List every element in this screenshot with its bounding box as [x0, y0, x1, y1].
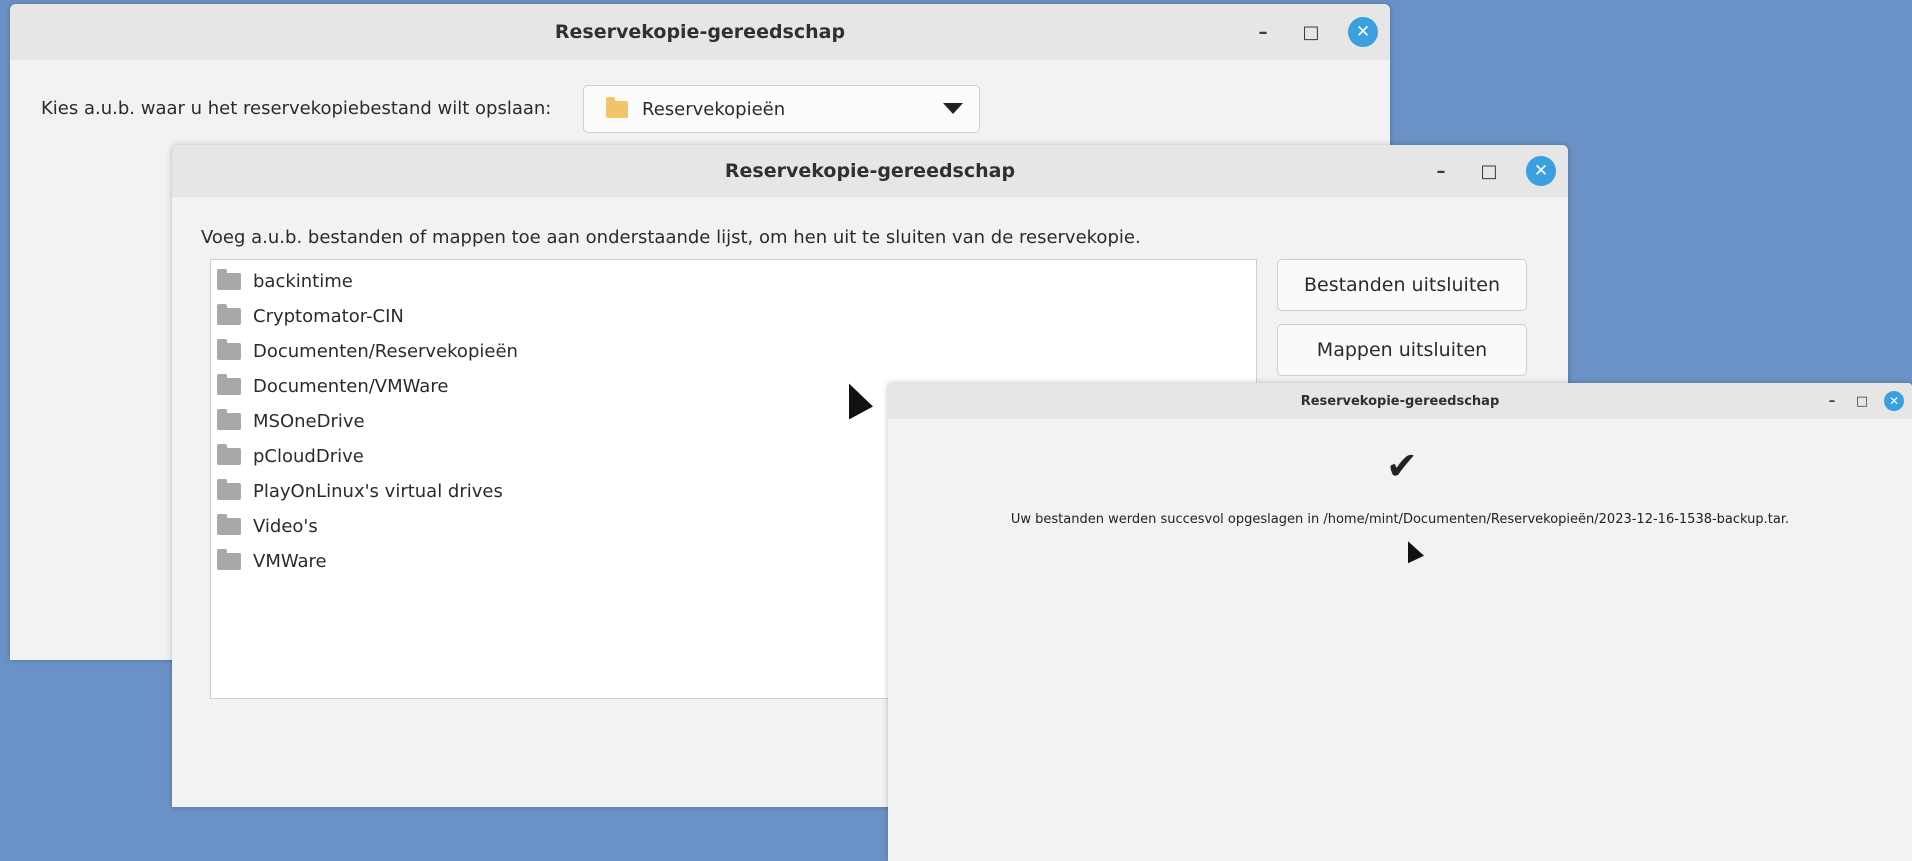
close-button[interactable]: ✕ [1884, 391, 1904, 411]
window-controls: – □ ✕ [1824, 383, 1904, 419]
mouse-pointer-icon [1408, 541, 1424, 567]
folder-icon [217, 409, 241, 430]
maximize-button[interactable]: □ [1300, 21, 1322, 43]
folder-icon [606, 96, 628, 118]
list-item-label: Video's [253, 516, 318, 537]
minimize-button[interactable]: – [1252, 21, 1274, 43]
folder-icon [217, 444, 241, 465]
list-item-label: VMWare [253, 551, 327, 572]
exclusions-instruction: Voeg a.u.b. bestanden of mappen toe aan … [201, 227, 1141, 248]
maximize-button[interactable]: □ [1854, 393, 1870, 409]
list-item-label: PlayOnLinux's virtual drives [253, 481, 503, 502]
folder-icon [217, 514, 241, 535]
list-item[interactable]: Cryptomator-CIN [211, 299, 1256, 334]
list-item-label: Cryptomator-CIN [253, 306, 404, 327]
list-item[interactable]: backintime [211, 264, 1256, 299]
close-button[interactable]: ✕ [1348, 17, 1378, 47]
minimize-button[interactable]: – [1824, 393, 1840, 409]
exclude-files-button[interactable]: Bestanden uitsluiten [1277, 259, 1527, 311]
maximize-button[interactable]: □ [1478, 160, 1500, 182]
backup-complete-window: Reservekopie-gereedschap – □ ✕ ✔ Uw best… [888, 383, 1912, 861]
close-button[interactable]: ✕ [1526, 156, 1556, 186]
dropdown-arrow-icon [943, 103, 963, 114]
window-controls: – □ ✕ [1252, 4, 1378, 60]
checkmark-icon: ✔ [1386, 444, 1418, 488]
titlebar[interactable]: Reservekopie-gereedschap – □ ✕ [888, 383, 1912, 419]
list-item-label: backintime [253, 271, 353, 292]
success-message: Uw bestanden werden succesvol opgeslagen… [1010, 512, 1790, 527]
list-item-label: pCloudDrive [253, 446, 364, 467]
destination-label: Kies a.u.b. waar u het reservekopiebesta… [41, 98, 552, 119]
selected-folder-label: Reservekopieën [642, 98, 786, 120]
window-title: Reservekopie-gereedschap [724, 160, 1016, 182]
folder-icon [217, 269, 241, 290]
list-item-label: Documenten/Reservekopieën [253, 341, 518, 362]
window-title: Reservekopie-gereedschap [554, 21, 846, 43]
list-item-label: Documenten/VMWare [253, 376, 449, 397]
exclude-folders-button[interactable]: Mappen uitsluiten [1277, 324, 1527, 376]
folder-icon [217, 479, 241, 500]
window-controls: – □ ✕ [1430, 145, 1556, 197]
list-item[interactable]: Documenten/Reservekopieën [211, 334, 1256, 369]
titlebar[interactable]: Reservekopie-gereedschap – □ ✕ [10, 4, 1390, 60]
destination-folder-dropdown[interactable]: Reservekopieën [583, 85, 980, 133]
list-item-label: MSOneDrive [253, 411, 365, 432]
window-title: Reservekopie-gereedschap [1300, 393, 1500, 409]
folder-icon [217, 374, 241, 395]
folder-icon [217, 549, 241, 570]
mouse-pointer-icon [849, 383, 873, 425]
titlebar[interactable]: Reservekopie-gereedschap – □ ✕ [172, 145, 1568, 197]
folder-icon [217, 339, 241, 360]
folder-icon [217, 304, 241, 325]
minimize-button[interactable]: – [1430, 160, 1452, 182]
